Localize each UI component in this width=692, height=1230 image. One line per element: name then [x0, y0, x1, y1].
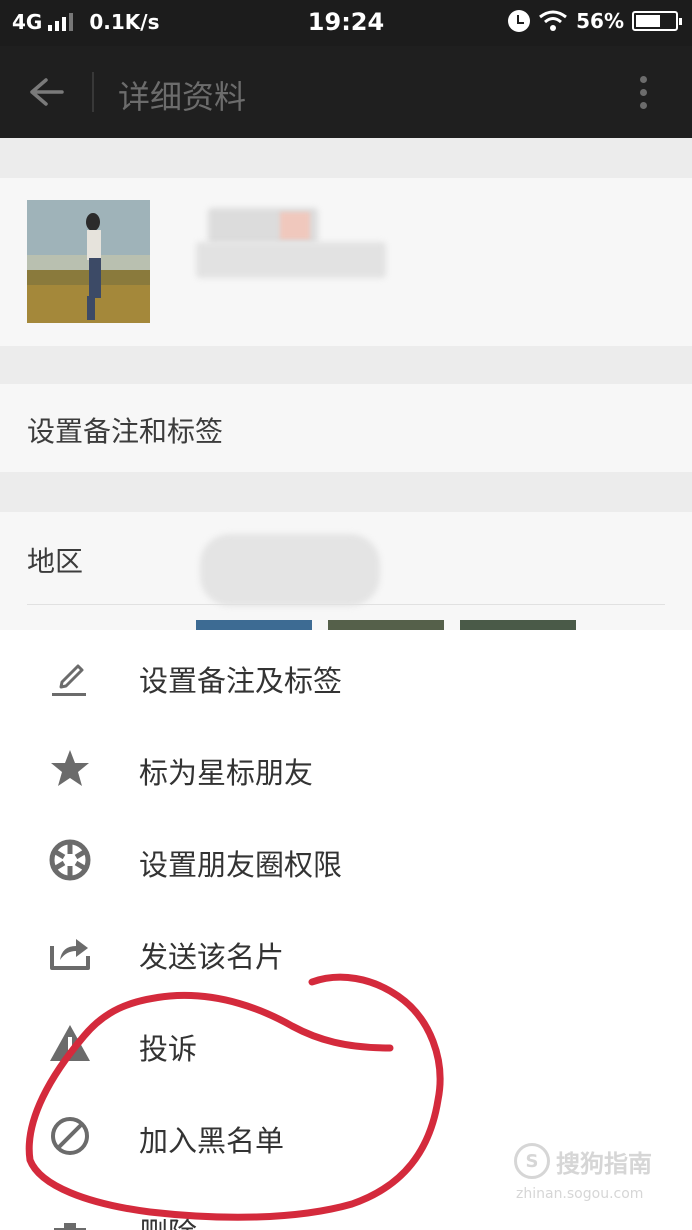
wifi-icon — [539, 10, 568, 31]
battery-icon — [632, 11, 682, 31]
block-icon — [51, 1117, 89, 1155]
share-icon — [50, 939, 90, 970]
star-icon — [51, 750, 89, 786]
watermark-text: 搜狗指南 — [556, 1149, 652, 1178]
aperture-icon — [49, 839, 91, 881]
menu-label: 标为星标朋友 — [139, 756, 314, 790]
menu-item-star-friend[interactable]: 标为星标朋友 — [0, 724, 692, 816]
region-label: 地区 — [27, 545, 84, 578]
action-sheet: 设置备注及标签 标为星标朋友 设置朋友圈权限 发送该名片 投诉 加入黑名单 — [0, 630, 692, 1230]
row-divider — [27, 604, 665, 605]
menu-label: 加入黑名单 — [139, 1124, 285, 1158]
menu-label: 删除 — [139, 1210, 197, 1230]
status-bar: 4G 0.1K/s 19:24 56% — [0, 0, 692, 46]
menu-label: 设置朋友圈权限 — [139, 848, 343, 882]
page-title: 详细资料 — [118, 78, 247, 116]
title-divider — [92, 72, 94, 112]
title-bar: 详细资料 — [0, 46, 692, 138]
pencil-icon — [52, 664, 86, 696]
remark-tags-label: 设置备注和标签 — [27, 415, 224, 448]
alarm-icon — [508, 10, 531, 32]
menu-label: 投诉 — [139, 1032, 198, 1066]
battery-fill — [636, 15, 660, 27]
back-arrow-icon[interactable] — [28, 76, 64, 108]
menu-item-moments-permission[interactable]: 设置朋友圈权限 — [0, 816, 692, 908]
watermark-url: zhinan.sogou.com — [516, 1186, 644, 1202]
warning-icon — [50, 1025, 90, 1061]
menu-item-send-card[interactable]: 发送该名片 — [0, 908, 692, 1000]
menu-label: 发送该名片 — [139, 940, 285, 974]
more-options-icon[interactable] — [640, 76, 648, 112]
wechat-id-redacted — [196, 242, 386, 278]
status-right: 56% — [508, 9, 682, 33]
region-row: 地区 — [0, 512, 692, 630]
nickname-redacted-accent — [280, 212, 310, 240]
avatar[interactable] — [27, 200, 150, 323]
trash-icon — [54, 1223, 86, 1230]
profile-header[interactable] — [0, 178, 692, 346]
profile-page: 设置备注和标签 地区 — [0, 138, 692, 632]
menu-label: 设置备注及标签 — [139, 664, 343, 698]
menu-item-set-remark[interactable]: 设置备注及标签 — [0, 632, 692, 724]
sogou-watermark: S 搜狗指南 — [514, 1143, 652, 1179]
battery-percent: 56% — [576, 9, 624, 33]
menu-item-report[interactable]: 投诉 — [0, 1000, 692, 1092]
region-value-redacted — [200, 534, 380, 606]
remark-tags-row[interactable]: 设置备注和标签 — [0, 384, 692, 472]
sogou-logo-icon: S — [514, 1143, 550, 1179]
